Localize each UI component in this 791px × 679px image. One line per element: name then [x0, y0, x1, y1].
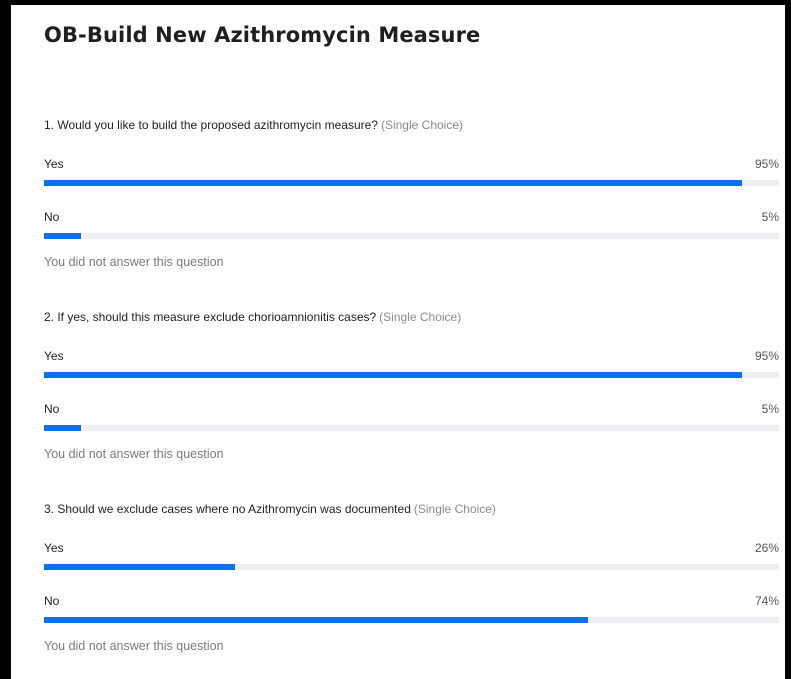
question-type: (Single Choice) [379, 310, 462, 324]
option-label: Yes [44, 157, 64, 171]
result-bar-track [44, 564, 779, 570]
option-label: Yes [44, 349, 64, 363]
unanswered-note: You did not answer this question [44, 639, 224, 653]
question-label: 1. Would you like to build the proposed … [44, 118, 378, 132]
option-label: No [44, 594, 60, 608]
option-percent: 74% [754, 594, 779, 608]
poll-title: OB-Build New Azithromycin Measure [44, 23, 481, 47]
question-type: (Single Choice) [413, 502, 496, 516]
option-no: No 74% [44, 594, 779, 624]
option-label: No [44, 210, 60, 224]
question-text: 2. If yes, should this measure exclude c… [44, 310, 461, 324]
result-bar-fill [44, 233, 81, 239]
result-bar-fill [44, 425, 81, 431]
result-bar-track [44, 372, 779, 378]
unanswered-note: You did not answer this question [44, 447, 224, 461]
question-label: 2. If yes, should this measure exclude c… [44, 310, 377, 324]
option-percent: 5% [761, 210, 779, 224]
result-bar-fill [44, 564, 236, 570]
result-bar-fill [44, 180, 743, 186]
question-type: (Single Choice) [380, 118, 464, 132]
option-label: No [44, 402, 60, 416]
option-percent: 95% [754, 157, 779, 171]
window-frame: OB-Build New Azithromycin Measure 1. Wou… [0, 0, 791, 679]
question-label: 3. Should we exclude cases where no Azit… [44, 502, 411, 516]
option-label: Yes [44, 541, 64, 555]
option-yes: Yes 26% [44, 541, 779, 571]
unanswered-note: You did not answer this question [44, 255, 224, 269]
option-percent: 5% [761, 402, 779, 416]
option-no: No 5% [44, 210, 779, 240]
option-no: No 5% [44, 402, 779, 432]
result-bar-fill [44, 617, 588, 623]
option-yes: Yes 95% [44, 157, 779, 187]
result-bar-track [44, 233, 779, 239]
question-text: 1. Would you like to build the proposed … [44, 118, 463, 132]
option-percent: 26% [754, 541, 779, 555]
question-text: 3. Should we exclude cases where no Azit… [44, 502, 496, 516]
option-percent: 95% [754, 349, 779, 363]
result-bar-fill [44, 372, 743, 378]
result-bar-track [44, 425, 779, 431]
result-bar-track [44, 180, 779, 186]
option-yes: Yes 95% [44, 349, 779, 379]
result-bar-track [44, 617, 779, 623]
